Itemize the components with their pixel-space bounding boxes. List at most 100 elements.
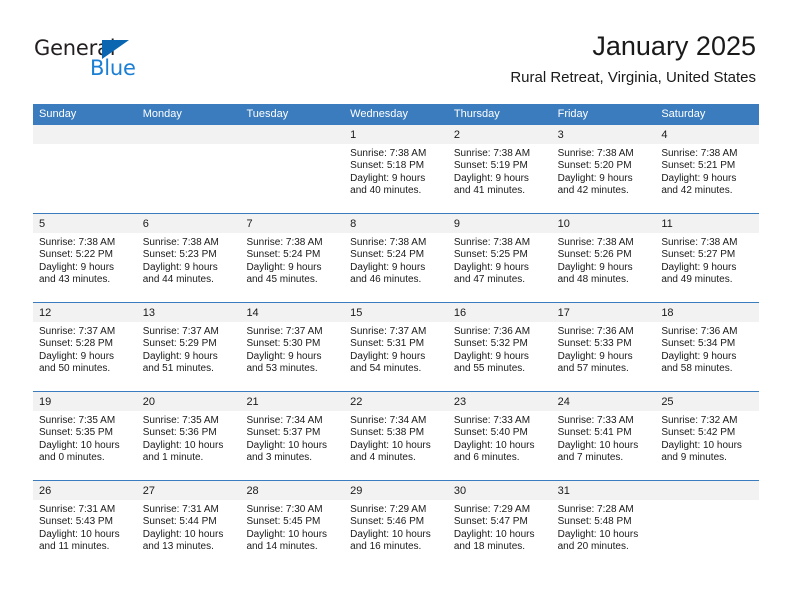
calendar-day-cell[interactable]: 6 Sunrise: 7:38 AM Sunset: 5:23 PM Daylight… — [136, 214, 241, 302]
sunset-text: Sunset: 5:30 PM — [246, 338, 321, 350]
sunrise-text: Sunrise: 7:37 AM — [142, 326, 219, 337]
calendar-day-cell[interactable]: 18 Sunrise: 7:36 AM Sunset: 5:34 PM Dayligh… — [655, 303, 760, 391]
day-number: 25 — [661, 396, 674, 408]
calendar-day-cell[interactable]: 21 Sunrise: 7:34 AM Sunset: 5:37 PM Dayligh… — [240, 392, 345, 480]
daylight-text-line2: and 47 minutes. — [453, 274, 526, 286]
day-details: Sunrise: 7:37 AM Sunset: 5:28 PM Daylight:… — [33, 322, 137, 376]
sunrise-text: Sunrise: 7:35 AM — [142, 415, 219, 426]
calendar-day-cell[interactable]: 9 Sunrise: 7:38 AM Sunset: 5:25 PM Daylight… — [447, 214, 552, 302]
sunrise-text: Sunrise: 7:38 AM — [557, 237, 634, 248]
weekday-header-sunday: Sunday — [39, 108, 77, 120]
sunrise-text: Sunrise: 7:36 AM — [453, 326, 531, 337]
day-number-band: 19 — [33, 392, 137, 411]
calendar-day-cell[interactable]: 14 Sunrise: 7:37 AM Sunset: 5:30 PM Dayligh… — [240, 303, 345, 391]
daylight-text-line1: Daylight: 9 hours — [661, 261, 737, 273]
day-number: 19 — [39, 396, 52, 408]
calendar-day-cell[interactable]: 31 Sunrise: 7:28 AM Sunset: 5:48 PM Dayligh… — [551, 481, 656, 569]
page-title: January 2025 — [592, 31, 756, 61]
day-number: 15 — [350, 307, 363, 319]
day-number: 5 — [39, 218, 46, 230]
sunrise-text: Sunrise: 7:38 AM — [661, 148, 738, 159]
day-number-band: 18 — [655, 303, 760, 322]
day-number-band: 20 — [136, 392, 241, 411]
calendar-day-cell[interactable]: 5 Sunrise: 7:38 AM Sunset: 5:22 PM Daylight… — [33, 214, 137, 302]
calendar-day-cell[interactable]: 4 Sunrise: 7:38 AM Sunset: 5:21 PM Daylight… — [655, 125, 760, 213]
day-number: 22 — [350, 396, 363, 408]
calendar-day-cell[interactable]: 15 Sunrise: 7:37 AM Sunset: 5:31 PM Dayligh… — [344, 303, 448, 391]
daylight-text-line1: Daylight: 9 hours — [39, 261, 115, 273]
calendar-day-cell[interactable]: 19 Sunrise: 7:35 AM Sunset: 5:35 PM Dayligh… — [33, 392, 137, 480]
calendar-day-cell[interactable]: 27 Sunrise: 7:31 AM Sunset: 5:44 PM Dayligh… — [136, 481, 241, 569]
daylight-text-line2: and 49 minutes. — [661, 274, 733, 286]
day-number-band: 22 — [344, 392, 448, 411]
calendar-day-cell[interactable]: 17 Sunrise: 7:36 AM Sunset: 5:33 PM Dayligh… — [551, 303, 656, 391]
day-number-band: 2 — [447, 125, 552, 144]
sunset-text: Sunset: 5:18 PM — [350, 160, 425, 172]
calendar-day-cell[interactable]: 13 Sunrise: 7:37 AM Sunset: 5:29 PM Dayligh… — [136, 303, 241, 391]
sunset-text: Sunset: 5:34 PM — [661, 338, 736, 350]
daylight-text-line1: Daylight: 10 hours — [39, 439, 120, 451]
calendar-day-cell[interactable]: 26 Sunrise: 7:31 AM Sunset: 5:43 PM Dayligh… — [33, 481, 137, 569]
weekday-header-saturday: Saturday — [661, 108, 706, 120]
daylight-text-line1: Daylight: 9 hours — [350, 350, 426, 362]
calendar-day-cell[interactable]: 29 Sunrise: 7:29 AM Sunset: 5:46 PM Dayligh… — [344, 481, 448, 569]
daylight-text-line1: Daylight: 9 hours — [661, 350, 737, 362]
daylight-text-line2: and 0 minutes. — [39, 452, 105, 464]
calendar-day-cell[interactable]: 1 Sunrise: 7:38 AM Sunset: 5:18 PM Daylight… — [344, 125, 448, 213]
calendar-day-cell[interactable]: 22 Sunrise: 7:34 AM Sunset: 5:38 PM Dayligh… — [344, 392, 448, 480]
calendar-day-cell[interactable]: 20 Sunrise: 7:35 AM Sunset: 5:36 PM Dayligh… — [136, 392, 241, 480]
calendar-day-cell[interactable]: 16 Sunrise: 7:36 AM Sunset: 5:32 PM Dayligh… — [447, 303, 552, 391]
day-number: 26 — [39, 485, 52, 497]
daylight-text-line1: Daylight: 9 hours — [661, 172, 737, 184]
day-number-band: 5 — [33, 214, 137, 233]
calendar-day-cell[interactable]: 28 Sunrise: 7:30 AM Sunset: 5:45 PM Dayligh… — [240, 481, 345, 569]
calendar-day-cell[interactable]: 23 Sunrise: 7:33 AM Sunset: 5:40 PM Dayligh… — [447, 392, 552, 480]
calendar-day-cell[interactable]: 12 Sunrise: 7:37 AM Sunset: 5:28 PM Dayligh… — [33, 303, 137, 391]
sunset-text: Sunset: 5:43 PM — [39, 516, 113, 528]
day-details: Sunrise: 7:28 AM Sunset: 5:48 PM Daylight:… — [552, 500, 656, 554]
daylight-text-line1: Daylight: 9 hours — [142, 261, 218, 273]
day-number: 30 — [453, 485, 467, 497]
weekday-header-thursday: Thursday — [453, 108, 500, 120]
calendar-day-cell[interactable]: 8 Sunrise: 7:38 AM Sunset: 5:24 PM Daylight… — [344, 214, 448, 302]
daylight-text-line2: and 48 minutes. — [557, 274, 629, 286]
day-details: Sunrise: 7:29 AM Sunset: 5:46 PM Daylight:… — [344, 500, 448, 554]
sunset-text: Sunset: 5:22 PM — [39, 249, 113, 261]
day-number-band: 13 — [136, 303, 241, 322]
calendar-day-cell[interactable]: 11 Sunrise: 7:38 AM Sunset: 5:27 PM Dayligh… — [655, 214, 760, 302]
day-number: 20 — [142, 396, 155, 408]
daylight-text-line2: and 9 minutes. — [661, 452, 727, 464]
calendar-grid: Sunday Monday Tuesday Wednesday Thursday… — [33, 104, 760, 569]
calendar-weeks: 1 Sunrise: 7:38 AM Sunset: 5:18 PM Daylight… — [33, 125, 760, 569]
day-details: Sunrise: 7:33 AM Sunset: 5:40 PM Daylight:… — [448, 411, 552, 465]
day-number-band: 11 — [655, 214, 760, 233]
calendar-day-cell[interactable]: 3 Sunrise: 7:38 AM Sunset: 5:20 PM Daylight… — [551, 125, 656, 213]
sunset-text: Sunset: 5:40 PM — [453, 427, 528, 439]
daylight-text-line2: and 54 minutes. — [350, 363, 422, 375]
sunset-text: Sunset: 5:31 PM — [350, 338, 425, 350]
day-number: 12 — [39, 307, 52, 319]
calendar-day-cell[interactable]: 30 Sunrise: 7:29 AM Sunset: 5:47 PM Dayligh… — [447, 481, 552, 569]
calendar-day-cell[interactable]: 10 Sunrise: 7:38 AM Sunset: 5:26 PM Dayligh… — [551, 214, 656, 302]
sunset-text: Sunset: 5:44 PM — [142, 516, 217, 528]
daylight-text-line1: Daylight: 10 hours — [453, 439, 535, 451]
calendar-day-cell[interactable]: 7 Sunrise: 7:38 AM Sunset: 5:24 PM Daylight… — [240, 214, 345, 302]
sunset-text: Sunset: 5:42 PM — [661, 427, 736, 439]
day-number: 10 — [557, 218, 570, 230]
daylight-text-line2: and 51 minutes. — [142, 363, 214, 375]
sunset-text: Sunset: 5:28 PM — [39, 338, 113, 350]
daylight-text-line2: and 11 minutes. — [39, 541, 110, 553]
daylight-text-line1: Daylight: 10 hours — [142, 528, 224, 540]
sunset-text: Sunset: 5:23 PM — [142, 249, 217, 261]
sunset-text: Sunset: 5:41 PM — [557, 427, 632, 439]
weekday-header-wednesday: Wednesday — [350, 108, 409, 120]
day-number-band: 16 — [447, 303, 552, 322]
calendar-day-cell-empty — [240, 125, 345, 213]
daylight-text-line1: Daylight: 10 hours — [39, 528, 120, 540]
sunrise-text: Sunrise: 7:29 AM — [453, 504, 531, 515]
general-blue-logo[interactable]: General Blue — [34, 36, 174, 84]
calendar-day-cell[interactable]: 24 Sunrise: 7:33 AM Sunset: 5:41 PM Dayligh… — [551, 392, 656, 480]
calendar-day-cell[interactable]: 25 Sunrise: 7:32 AM Sunset: 5:42 PM Dayligh… — [655, 392, 760, 480]
day-number-band: 17 — [551, 303, 656, 322]
calendar-day-cell[interactable]: 2 Sunrise: 7:38 AM Sunset: 5:19 PM Daylight… — [447, 125, 552, 213]
